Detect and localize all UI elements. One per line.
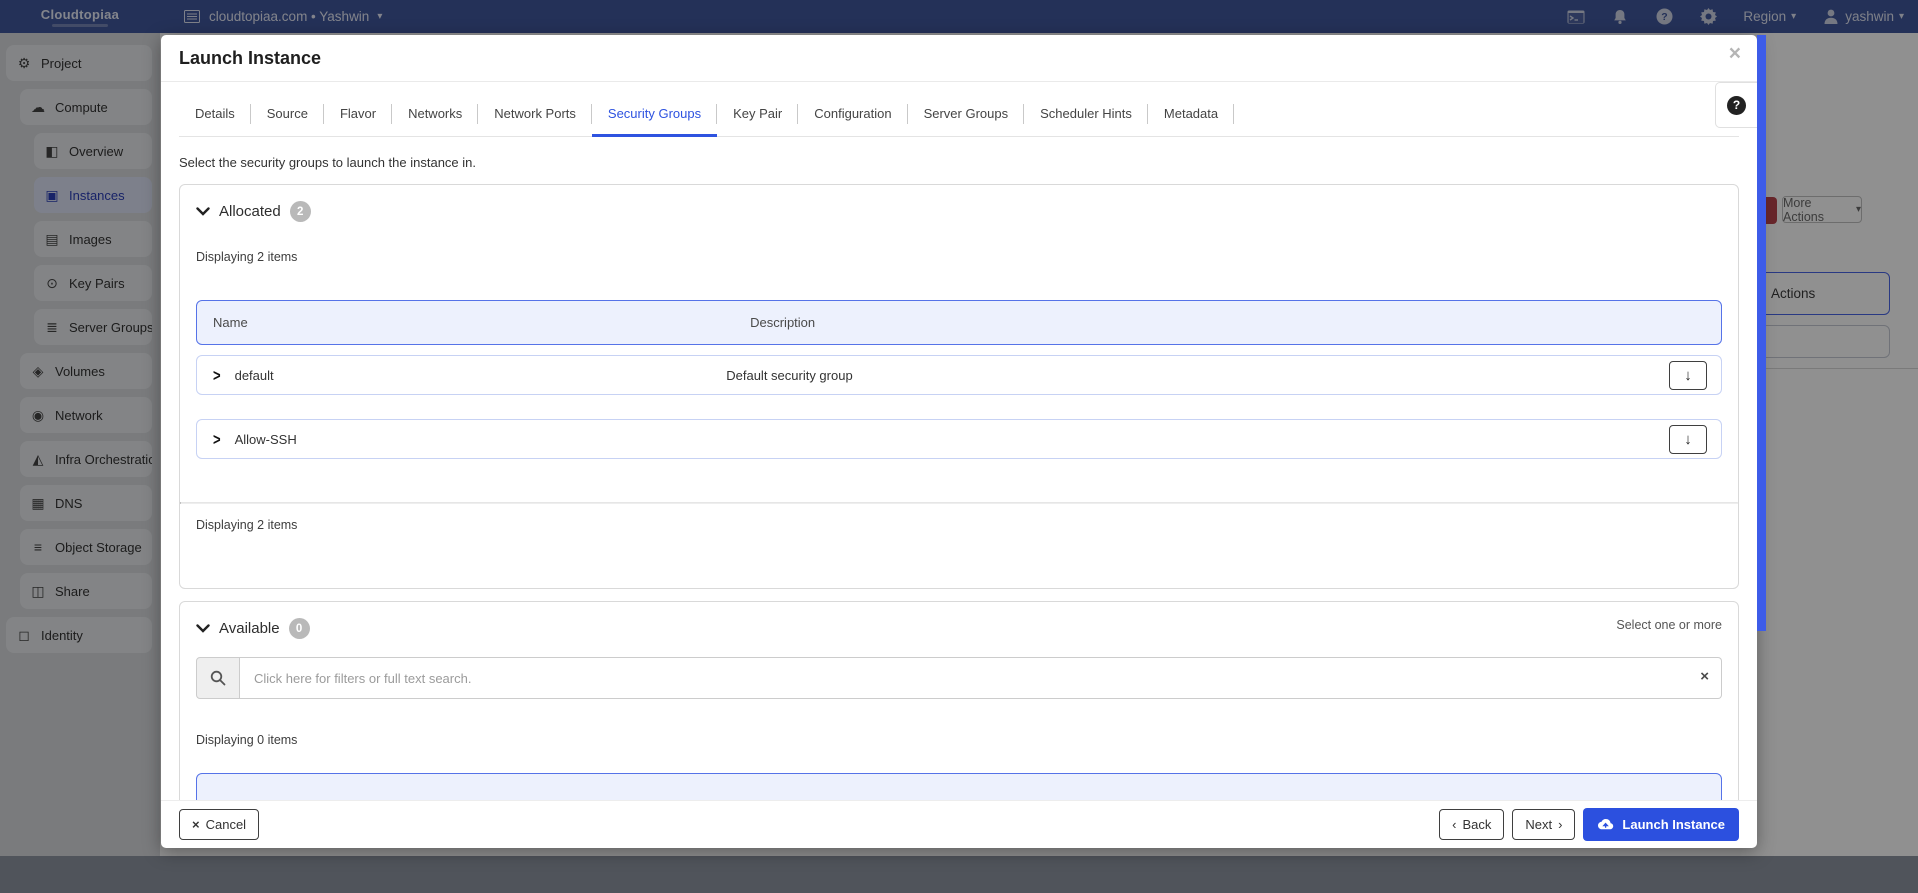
filter-searchbar: ×	[196, 657, 1722, 699]
section-note: Select the security groups to launch the…	[179, 155, 1739, 170]
chevron-right-icon: ›	[1558, 817, 1562, 832]
column-header-name: Name	[213, 315, 750, 330]
next-button[interactable]: Next ›	[1512, 809, 1575, 840]
x-icon: ×	[192, 817, 200, 832]
security-group-description: Default security group	[726, 368, 1705, 383]
security-group-name: Allow-SSH	[235, 432, 297, 447]
launch-instance-modal: Launch Instance × ? DetailsSourceFlavorN…	[161, 35, 1757, 848]
security-group-row[interactable]: > default Default security group ↓	[196, 355, 1722, 395]
modal-scrollbar-thumb[interactable]	[1757, 35, 1766, 631]
available-count-badge: 0	[289, 618, 310, 639]
footer-right-group: ‹ Back Next › Launch Instance	[1439, 808, 1739, 841]
tab-details[interactable]: Details	[179, 92, 251, 136]
launch-instance-button[interactable]: Launch Instance	[1583, 808, 1739, 841]
wizard-tabs: DetailsSourceFlavorNetworksNetwork Ports…	[179, 92, 1739, 137]
search-input[interactable]	[240, 657, 1722, 699]
allocated-displaying-top: Displaying 2 items	[196, 250, 1722, 264]
clear-search-icon[interactable]: ×	[1700, 668, 1709, 685]
chevron-down-icon	[196, 207, 210, 216]
security-group-name: default	[235, 368, 274, 383]
tab-flavor[interactable]: Flavor	[324, 92, 392, 136]
available-header[interactable]: Available 0	[196, 618, 1722, 639]
tab-server-groups[interactable]: Server Groups	[908, 92, 1025, 136]
available-title: Available	[219, 620, 280, 637]
allocated-table-header: Name Description	[196, 300, 1722, 345]
deallocate-button[interactable]: ↓	[1669, 361, 1707, 390]
screen: Cloudtopiaa cloudtopiaa.com • Yashwin ▾ …	[0, 0, 1918, 893]
allocated-header[interactable]: Allocated 2	[196, 201, 1722, 222]
allocated-displaying-bottom: Displaying 2 items	[196, 518, 297, 532]
divider	[180, 502, 1738, 504]
available-table-header-clipped	[196, 773, 1722, 800]
allocated-count-badge: 2	[290, 201, 311, 222]
arrow-down-icon: ↓	[1684, 367, 1692, 384]
question-circle-icon: ?	[1727, 96, 1746, 115]
deallocate-button[interactable]: ↓	[1669, 425, 1707, 454]
column-header-description: Description	[750, 315, 1705, 330]
tab-security-groups[interactable]: Security Groups	[592, 92, 717, 136]
tab-networks[interactable]: Networks	[392, 92, 478, 136]
launch-label: Launch Instance	[1622, 817, 1725, 832]
modal-header: Launch Instance ×	[161, 35, 1757, 82]
chevron-down-icon	[196, 624, 210, 633]
tab-metadata[interactable]: Metadata	[1148, 92, 1234, 136]
tab-configuration[interactable]: Configuration	[798, 92, 907, 136]
tab-key-pair[interactable]: Key Pair	[717, 92, 798, 136]
modal-title: Launch Instance	[179, 48, 321, 69]
available-displaying: Displaying 0 items	[196, 733, 1722, 747]
close-icon[interactable]: ×	[1729, 43, 1741, 64]
back-button[interactable]: ‹ Back	[1439, 809, 1504, 840]
tab-scheduler-hints[interactable]: Scheduler Hints	[1024, 92, 1148, 136]
back-label: Back	[1462, 817, 1491, 832]
arrow-down-icon: ↓	[1684, 431, 1692, 448]
allocated-title: Allocated	[219, 203, 281, 220]
tab-source[interactable]: Source	[251, 92, 324, 136]
security-group-row[interactable]: > Allow-SSH ↓	[196, 419, 1722, 459]
allocated-panel: Allocated 2 Displaying 2 items Name Desc…	[179, 184, 1739, 589]
search-icon[interactable]	[196, 657, 240, 699]
chevron-left-icon: ‹	[1452, 817, 1456, 832]
next-label: Next	[1525, 817, 1552, 832]
select-hint: Select one or more	[1616, 618, 1722, 632]
chevron-right-icon[interactable]: >	[213, 430, 221, 449]
tab-network-ports[interactable]: Network Ports	[478, 92, 592, 136]
cancel-button[interactable]: × Cancel	[179, 809, 259, 840]
modal-footer: × Cancel ‹ Back Next › Launch Instance	[161, 800, 1757, 848]
available-panel: Available 0 Select one or more × Display…	[179, 601, 1739, 800]
chevron-right-icon[interactable]: >	[213, 366, 221, 385]
cloud-upload-icon	[1597, 818, 1614, 831]
cancel-label: Cancel	[206, 817, 246, 832]
modal-body: DetailsSourceFlavorNetworksNetwork Ports…	[161, 82, 1757, 800]
allocated-rows: > default Default security group ↓ > All…	[196, 355, 1722, 459]
wizard-help-button[interactable]: ?	[1715, 82, 1757, 128]
